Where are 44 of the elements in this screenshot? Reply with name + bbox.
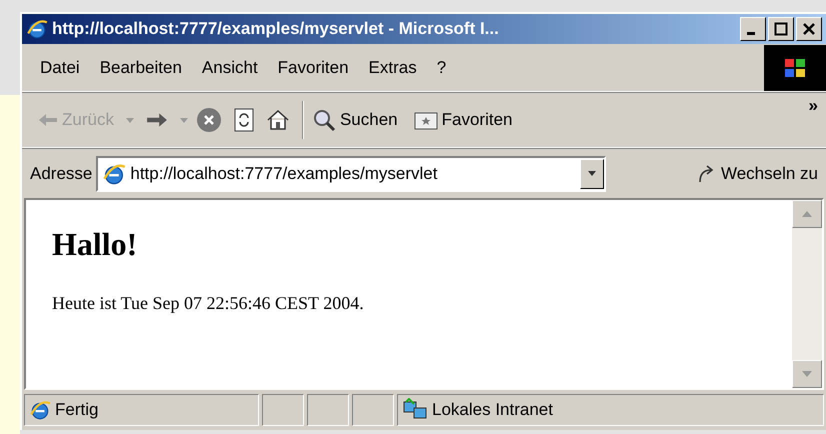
refresh-button[interactable]	[234, 108, 254, 132]
window-title: http://localhost:7777/examples/myservlet - Microsoft I...	[52, 18, 499, 40]
menu-item[interactable]: Favoriten	[268, 54, 359, 80]
home-button[interactable]	[266, 108, 290, 132]
page-text: Heute ist Tue Sep 07 22:56:46 CEST 2004.	[52, 292, 365, 315]
close-icon	[802, 22, 816, 36]
more-button[interactable]: »	[808, 97, 818, 114]
globe-icon	[102, 162, 126, 186]
maximize-icon	[774, 22, 788, 36]
menu-item[interactable]: ?	[426, 54, 456, 80]
status-pane	[352, 394, 394, 426]
go-button[interactable]: Wechseln zu	[696, 160, 818, 186]
address-label: Adresse	[30, 162, 92, 185]
caret-icon	[126, 118, 134, 122]
maximize-button[interactable]	[768, 17, 794, 41]
scrollbar[interactable]	[792, 200, 822, 388]
caret-icon	[588, 171, 596, 176]
folder-icon	[414, 110, 438, 130]
up-arrow-icon	[802, 211, 812, 217]
globe-icon	[26, 18, 48, 40]
menu-item[interactable]: Datei	[30, 54, 90, 80]
left-arrow-icon	[38, 113, 58, 127]
minimize-button[interactable]	[740, 17, 766, 41]
search-icon	[312, 108, 336, 132]
status-text: Fertig	[55, 399, 98, 422]
stop-button[interactable]	[196, 107, 222, 133]
menu-item[interactable]: Bearbeiten	[90, 54, 192, 80]
dropdown-button[interactable]	[580, 158, 604, 188]
menu-item[interactable]: Extras	[358, 54, 427, 80]
right-arrow-icon	[146, 112, 168, 128]
favorites-button[interactable]: Favoriten	[414, 107, 513, 133]
down-arrow-icon	[802, 371, 812, 377]
close-button[interactable]	[796, 17, 822, 41]
status-pane	[262, 394, 304, 426]
address-field[interactable]: http://localhost:7777/examples/myservlet	[96, 156, 606, 192]
zone-text: Lokales Intranet	[432, 399, 553, 422]
search-button[interactable]: Suchen	[312, 107, 398, 133]
menu-item[interactable]: Ansicht	[192, 54, 268, 80]
status-pane	[307, 394, 349, 426]
globe-icon	[29, 399, 51, 421]
minimize-icon	[747, 32, 755, 34]
caret-icon	[180, 118, 188, 122]
windows-logo-icon	[764, 44, 826, 90]
page-heading: Hallo!	[52, 228, 138, 260]
